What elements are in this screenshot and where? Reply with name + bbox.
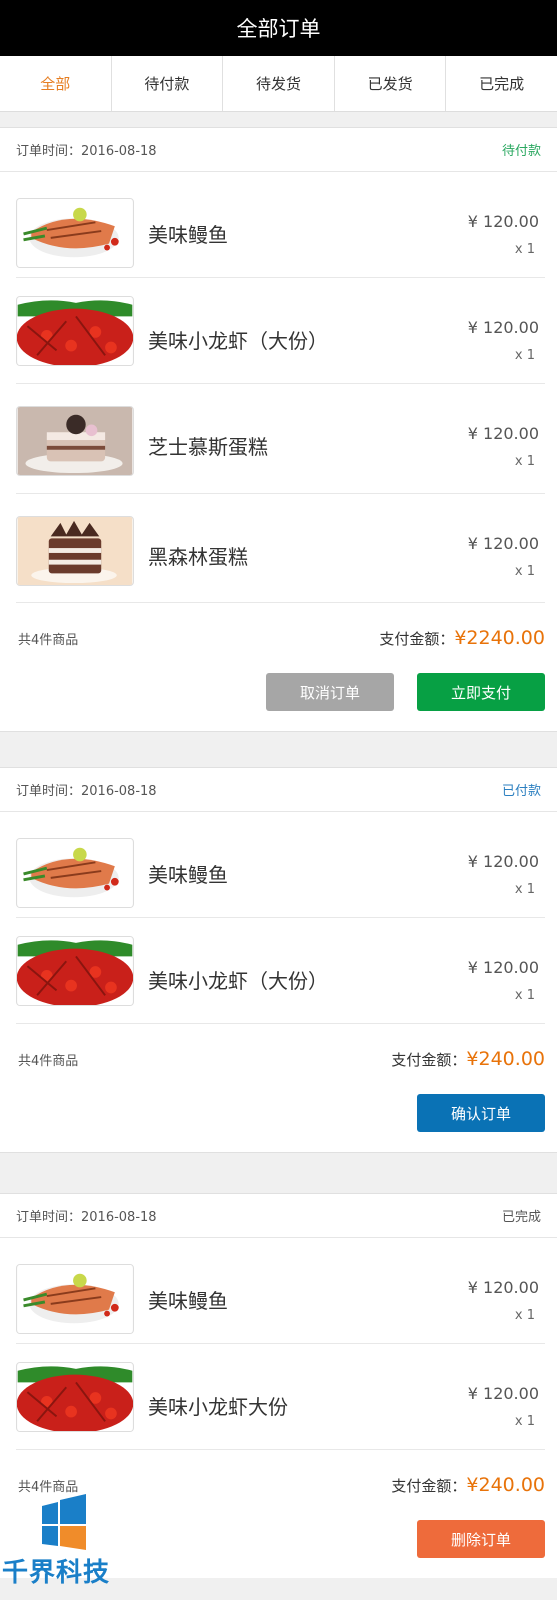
item-price: ¥ 120.00 <box>467 1278 539 1297</box>
item-name: 美味鳗鱼 <box>148 223 228 247</box>
order-item[interactable]: 美味鳗鱼 ¥ 120.00 x 1 <box>16 812 545 918</box>
order-item[interactable]: 美味小龙虾大份 ¥ 120.00 x 1 <box>16 1344 545 1450</box>
black-forest-cake-image <box>16 516 134 586</box>
item-quantity: x 1 <box>514 1414 535 1429</box>
item-quantity: x 1 <box>514 242 535 257</box>
order-total: 支付金额：¥2240.00 <box>379 627 545 649</box>
item-price: ¥ 120.00 <box>467 958 539 977</box>
total-label: 支付金额： <box>391 1051 467 1069</box>
tab-pending-payment[interactable]: 待付款 <box>112 56 224 111</box>
order-filter-tabs: 全部 待付款 待发货 已发货 已完成 <box>0 56 557 112</box>
order-item[interactable]: 黑森林蛋糕 ¥ 120.00 x 1 <box>16 494 545 603</box>
order-time: 订单时间：2016-08-18 <box>16 144 157 159</box>
salmon-dish-image <box>16 1264 134 1334</box>
total-amount: ¥2240.00 <box>454 627 545 649</box>
order-status: 待付款 <box>501 144 541 159</box>
order-time: 订单时间：2016-08-18 <box>16 784 157 799</box>
order-header: 订单时间：2016-08-18 已付款 <box>0 768 557 812</box>
item-count: 共4件商品 <box>18 1053 79 1069</box>
item-name: 美味鳗鱼 <box>148 863 228 887</box>
salmon-dish-image <box>16 198 134 268</box>
item-price: ¥ 120.00 <box>467 534 539 553</box>
order-item[interactable]: 芝士慕斯蛋糕 ¥ 120.00 x 1 <box>16 384 545 494</box>
item-quantity: x 1 <box>514 348 535 363</box>
order-status: 已付款 <box>501 784 541 799</box>
item-count: 共4件商品 <box>18 632 79 648</box>
tab-shipped[interactable]: 已发货 <box>335 56 447 111</box>
total-label: 支付金额： <box>379 630 455 648</box>
total-amount: ¥240.00 <box>466 1474 545 1496</box>
order-item[interactable]: 美味鳗鱼 ¥ 120.00 x 1 <box>16 1238 545 1344</box>
item-price: ¥ 120.00 <box>467 424 539 443</box>
order-item[interactable]: 美味小龙虾（大份） ¥ 120.00 x 1 <box>16 278 545 384</box>
item-quantity: x 1 <box>514 564 535 579</box>
tab-completed[interactable]: 已完成 <box>446 56 557 111</box>
item-name: 美味鳗鱼 <box>148 1289 228 1313</box>
item-price: ¥ 120.00 <box>467 1384 539 1403</box>
order-summary: 共4件商品 支付金额：¥240.00 <box>0 1024 557 1094</box>
item-quantity: x 1 <box>514 988 535 1003</box>
item-price: ¥ 120.00 <box>467 318 539 337</box>
tab-all[interactable]: 全部 <box>0 56 112 111</box>
item-quantity: x 1 <box>514 454 535 469</box>
cancel-order-button[interactable]: 取消订单 <box>266 673 394 711</box>
item-quantity: x 1 <box>514 1308 535 1323</box>
crayfish-dish-image <box>16 936 134 1006</box>
item-name: 美味小龙虾（大份） <box>148 969 328 993</box>
order-summary: 共4件商品 支付金额：¥2240.00 <box>0 603 557 673</box>
tab-pending-shipment[interactable]: 待发货 <box>223 56 335 111</box>
order-card: 订单时间：2016-08-18 待付款 美味鳗鱼 ¥ 120.00 x 1 美味… <box>0 127 557 732</box>
order-actions: 取消订单 立即支付 <box>0 673 557 731</box>
delete-order-button[interactable]: 删除订单 <box>417 1520 545 1558</box>
crayfish-dish-image <box>16 296 134 366</box>
total-label: 支付金额： <box>391 1477 467 1495</box>
item-name: 芝士慕斯蛋糕 <box>148 435 268 459</box>
order-actions: 确认订单 <box>0 1094 557 1152</box>
order-header: 订单时间：2016-08-18 待付款 <box>0 128 557 172</box>
watermark-title: 千界科技 <box>2 1558 111 1588</box>
item-name: 黑森林蛋糕 <box>148 545 248 569</box>
order-card: 订单时间：2016-08-18 已付款 美味鳗鱼 ¥ 120.00 x 1 美味… <box>0 767 557 1153</box>
salmon-dish-image <box>16 838 134 908</box>
order-total: 支付金额：¥240.00 <box>391 1474 545 1496</box>
crayfish-dish-image <box>16 1362 134 1432</box>
mousse-cake-image <box>16 406 134 476</box>
order-time: 订单时间：2016-08-18 <box>16 1210 157 1225</box>
item-quantity: x 1 <box>514 882 535 897</box>
order-item[interactable]: 美味小龙虾（大份） ¥ 120.00 x 1 <box>16 918 545 1024</box>
order-item[interactable]: 美味鳗鱼 ¥ 120.00 x 1 <box>16 172 545 278</box>
order-total: 支付金额：¥240.00 <box>391 1048 545 1070</box>
order-status: 已完成 <box>501 1210 541 1225</box>
total-amount: ¥240.00 <box>466 1048 545 1070</box>
item-name: 美味小龙虾（大份） <box>148 329 328 353</box>
item-name: 美味小龙虾大份 <box>148 1395 288 1419</box>
top-bar: 全部订单 <box>0 0 557 56</box>
order-header: 订单时间：2016-08-18 已完成 <box>0 1194 557 1238</box>
confirm-order-button[interactable]: 确认订单 <box>417 1094 545 1132</box>
item-price: ¥ 120.00 <box>467 212 539 231</box>
pay-now-button[interactable]: 立即支付 <box>417 673 545 711</box>
page-title: 全部订单 <box>236 17 321 41</box>
item-price: ¥ 120.00 <box>467 852 539 871</box>
